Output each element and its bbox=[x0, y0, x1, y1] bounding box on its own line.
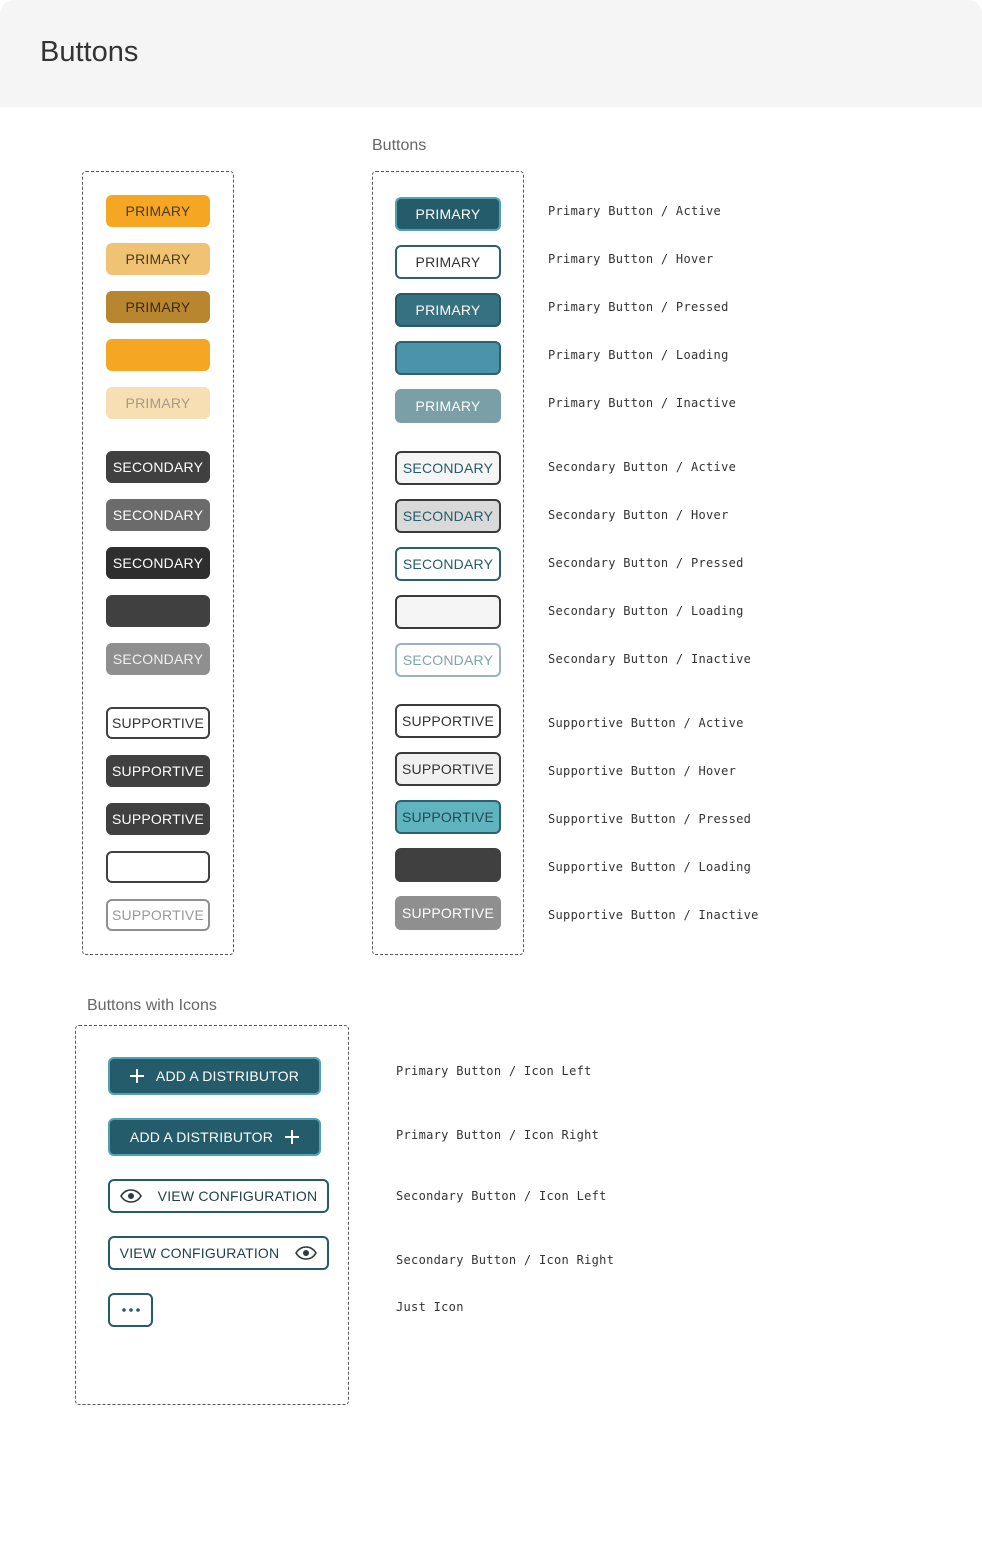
supportive-hover-button[interactable]: SUPPORTIVE bbox=[106, 755, 210, 787]
teal-supportive-button-0[interactable]: SUPPORTIVE bbox=[395, 704, 501, 738]
add-distributor-icon-left-button[interactable]: ADD A DISTRIBUTOR bbox=[108, 1057, 321, 1095]
button-description: Supportive Button / Pressed bbox=[548, 812, 752, 826]
teal-secondary-button-3[interactable] bbox=[395, 595, 501, 629]
teal-supportive-button-2[interactable]: SUPPORTIVE bbox=[395, 800, 501, 834]
desc-just-icon: Just Icon bbox=[396, 1300, 464, 1314]
button-description: Supportive Button / Inactive bbox=[548, 908, 759, 922]
teal-primary-button-4[interactable]: PRIMARY bbox=[395, 389, 501, 423]
button-description: Secondary Button / Inactive bbox=[548, 652, 752, 666]
button-description: Secondary Button / Hover bbox=[548, 508, 729, 522]
eye-icon bbox=[295, 1246, 318, 1260]
desc-view-right: Secondary Button / Icon Right bbox=[396, 1253, 615, 1267]
add-distributor-icon-right-button[interactable]: ADD A DISTRIBUTOR bbox=[108, 1118, 321, 1156]
teal-primary-button-2[interactable]: PRIMARY bbox=[395, 293, 501, 327]
primary-active-button[interactable]: PRIMARY bbox=[106, 195, 210, 227]
supportive-active-button[interactable]: SUPPORTIVE bbox=[106, 707, 210, 739]
more-options-icon-button[interactable] bbox=[108, 1293, 153, 1327]
button-label: VIEW CONFIGURATION bbox=[119, 1245, 280, 1261]
supportive-inactive-button[interactable]: SUPPORTIVE bbox=[106, 899, 210, 931]
page-header: Buttons bbox=[0, 0, 982, 107]
buttons-section-label: Buttons bbox=[372, 137, 427, 154]
primary-loading-button[interactable] bbox=[106, 339, 210, 371]
teal-secondary-button-1[interactable]: SECONDARY bbox=[395, 499, 501, 533]
teal-supportive-button-1[interactable]: SUPPORTIVE bbox=[395, 752, 501, 786]
teal-primary-button-0[interactable]: PRIMARY bbox=[395, 197, 501, 231]
secondary-hover-button[interactable]: SECONDARY bbox=[106, 499, 210, 531]
teal-secondary-button-4[interactable]: SECONDARY bbox=[395, 643, 501, 677]
button-description: Primary Button / Loading bbox=[548, 348, 729, 362]
teal-primary-button-3[interactable] bbox=[395, 341, 501, 375]
secondary-loading-button[interactable] bbox=[106, 595, 210, 627]
button-description: Primary Button / Inactive bbox=[548, 396, 737, 410]
view-configuration-icon-right-button[interactable]: VIEW CONFIGURATION bbox=[108, 1236, 329, 1270]
eye-icon bbox=[119, 1189, 142, 1203]
button-label: ADD A DISTRIBUTOR bbox=[155, 1068, 300, 1084]
teal-secondary-button-2[interactable]: SECONDARY bbox=[395, 547, 501, 581]
secondary-pressed-button[interactable]: SECONDARY bbox=[106, 547, 210, 579]
icons-section-label: Buttons with Icons bbox=[87, 997, 217, 1014]
button-description: Primary Button / Hover bbox=[548, 252, 714, 266]
button-description: Secondary Button / Pressed bbox=[548, 556, 744, 570]
button-description: Supportive Button / Loading bbox=[548, 860, 752, 874]
desc-view-left: Secondary Button / Icon Left bbox=[396, 1189, 607, 1203]
plus-icon bbox=[285, 1130, 300, 1144]
button-label: ADD A DISTRIBUTOR bbox=[129, 1129, 274, 1145]
teal-primary-button-1[interactable]: PRIMARY bbox=[395, 245, 501, 279]
teal-supportive-button-4[interactable]: SUPPORTIVE bbox=[395, 896, 501, 930]
secondary-inactive-button[interactable]: SECONDARY bbox=[106, 643, 210, 675]
teal-secondary-button-0[interactable]: SECONDARY bbox=[395, 451, 501, 485]
more-dots-icon bbox=[121, 1308, 140, 1312]
supportive-pressed-button[interactable]: SUPPORTIVE bbox=[106, 803, 210, 835]
desc-add-left: Primary Button / Icon Left bbox=[396, 1064, 592, 1078]
button-description: Supportive Button / Hover bbox=[548, 764, 737, 778]
button-label: VIEW CONFIGURATION bbox=[157, 1188, 318, 1204]
view-configuration-icon-left-button[interactable]: VIEW CONFIGURATION bbox=[108, 1179, 329, 1213]
button-description: Secondary Button / Active bbox=[548, 460, 737, 474]
plus-icon bbox=[129, 1069, 144, 1083]
button-description: Primary Button / Active bbox=[548, 204, 722, 218]
button-description: Secondary Button / Loading bbox=[548, 604, 744, 618]
teal-supportive-button-3[interactable] bbox=[395, 848, 501, 882]
desc-add-right: Primary Button / Icon Right bbox=[396, 1128, 600, 1142]
primary-pressed-button[interactable]: PRIMARY bbox=[106, 291, 210, 323]
primary-hover-button[interactable]: PRIMARY bbox=[106, 243, 210, 275]
primary-inactive-button[interactable]: PRIMARY bbox=[106, 387, 210, 419]
page-title: Buttons bbox=[40, 36, 139, 68]
button-description: Supportive Button / Active bbox=[548, 716, 744, 730]
supportive-loading-button[interactable] bbox=[106, 851, 210, 883]
button-description: Primary Button / Pressed bbox=[548, 300, 729, 314]
secondary-active-button[interactable]: SECONDARY bbox=[106, 451, 210, 483]
